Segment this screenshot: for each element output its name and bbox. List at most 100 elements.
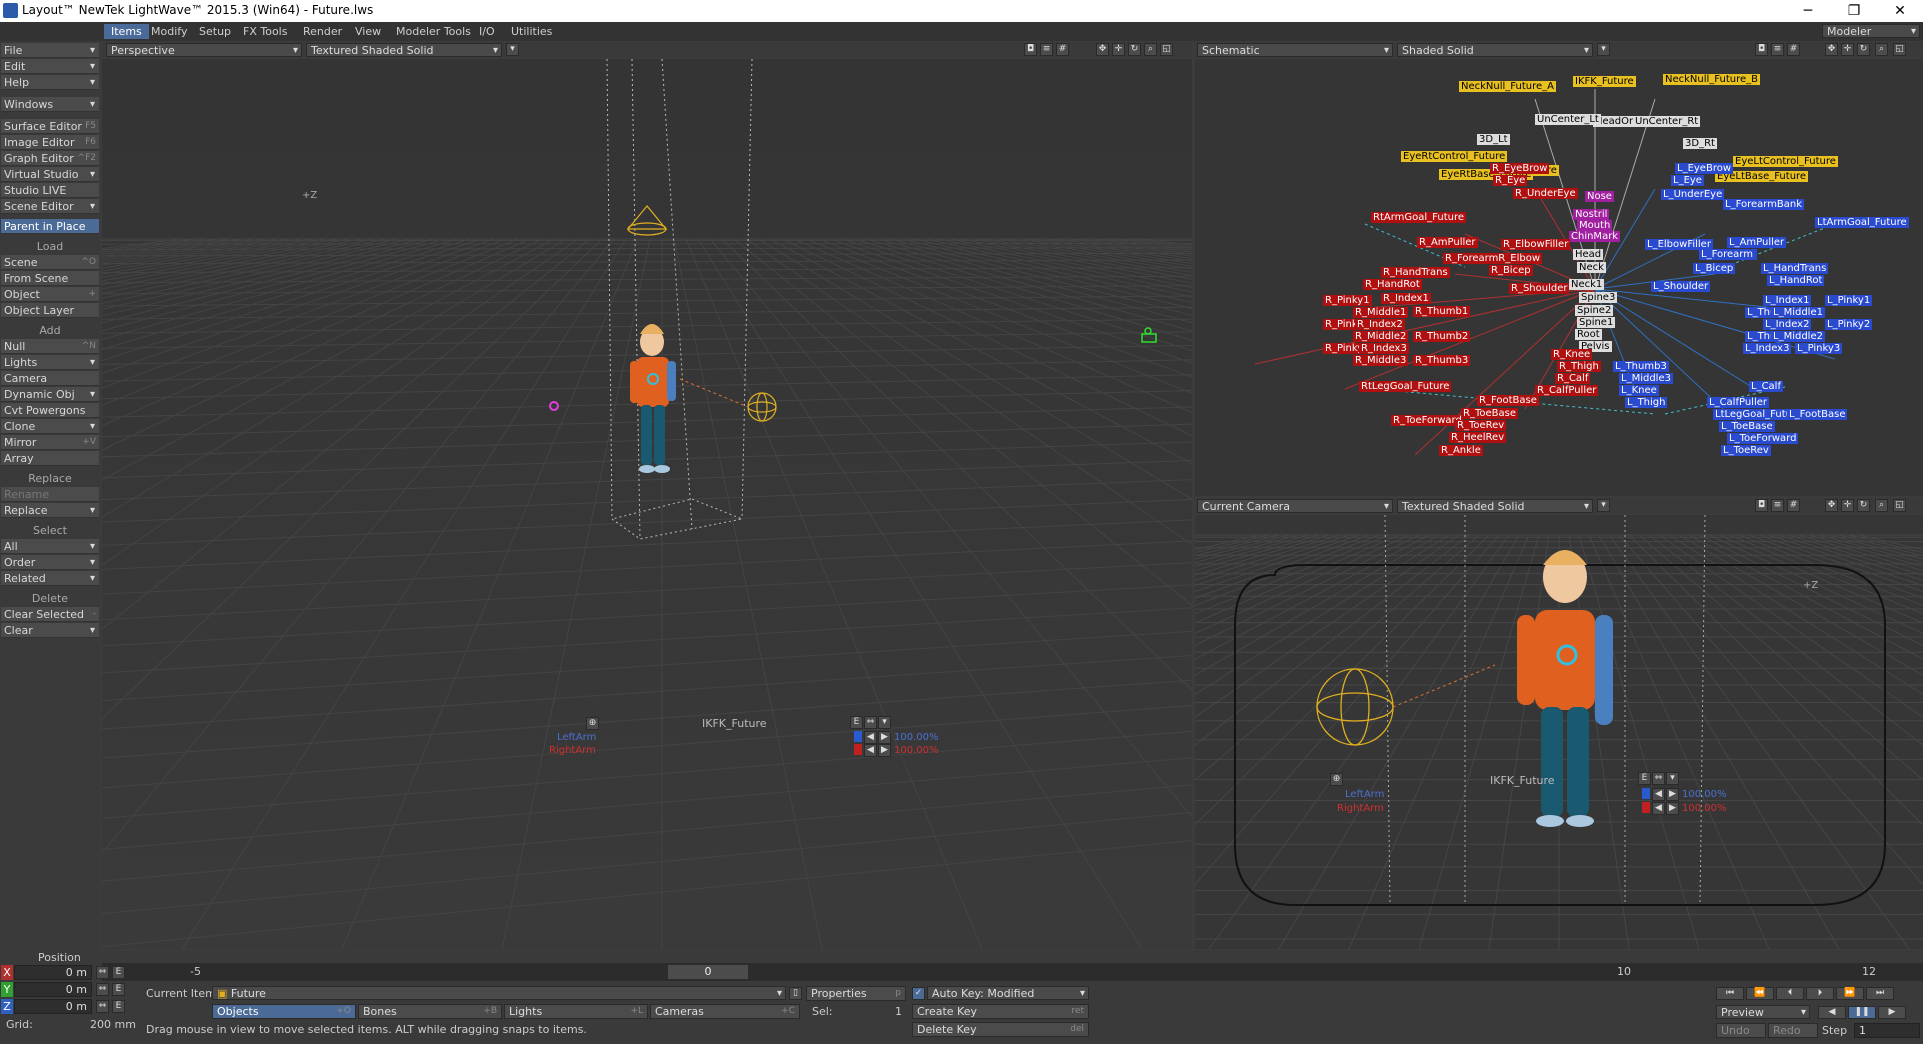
sidebar-clear-selected[interactable]: Clear Selected - bbox=[1, 607, 99, 622]
schematic-viewport[interactable]: FutureHeadOnNoseNostrilMouthChinMarkHead… bbox=[1195, 59, 1923, 496]
schematic-node[interactable]: R_ToeBase bbox=[1461, 408, 1518, 419]
viewport-options-icon[interactable]: ▾ bbox=[506, 43, 519, 56]
schematic-node[interactable]: L_Middle2 bbox=[1771, 331, 1825, 342]
pan-icon[interactable]: ✛ bbox=[1112, 43, 1125, 56]
camera-vp-grid-icon[interactable]: # bbox=[1787, 499, 1800, 512]
sidebar-clear[interactable]: Clear bbox=[1, 623, 99, 638]
objects-button[interactable]: Objects +O bbox=[212, 1004, 356, 1019]
schematic-node[interactable]: R_AmPuller bbox=[1417, 237, 1478, 248]
schematic-node[interactable]: L_Pinky2 bbox=[1825, 319, 1873, 330]
tab-view[interactable]: View bbox=[348, 24, 388, 39]
schematic-node[interactable]: 3D_Rt bbox=[1683, 138, 1717, 149]
schematic-node[interactable]: R_Index1 bbox=[1381, 293, 1431, 304]
item-lock-icon[interactable]: ▯ bbox=[789, 987, 802, 1000]
zoom-icon[interactable]: ⌕ bbox=[1144, 43, 1157, 56]
play-icon[interactable]: ▶ bbox=[1878, 1006, 1906, 1019]
schematic-node[interactable]: Mouth bbox=[1577, 220, 1613, 231]
camera-vp-pan-icon[interactable]: ✛ bbox=[1841, 499, 1854, 512]
timeline[interactable]: -5 0 10 12 bbox=[102, 963, 1923, 981]
schematic-node[interactable]: ChinMark bbox=[1569, 231, 1621, 242]
current-item-select[interactable]: ▣ Future bbox=[212, 986, 786, 1001]
schematic-node[interactable]: RtArmGoal_Future bbox=[1371, 212, 1467, 223]
schematic-node[interactable]: R_Pinky1 bbox=[1323, 295, 1372, 306]
sidebar-parent-in-place[interactable]: Parent in Place bbox=[1, 219, 99, 234]
schematic-node[interactable]: R_ElbowFiller bbox=[1501, 239, 1571, 250]
cam-hud-target-icon[interactable]: ⊕ bbox=[1330, 773, 1343, 786]
schematic-node[interactable]: L_Pinky3 bbox=[1795, 343, 1843, 354]
schematic-node[interactable]: UnCenter_Lt bbox=[1535, 114, 1601, 125]
schematic-node[interactable]: Spine2 bbox=[1575, 305, 1614, 316]
schematic-node[interactable]: L_ToeForward bbox=[1727, 433, 1799, 444]
redo-button[interactable]: Redo bbox=[1768, 1023, 1818, 1038]
schematic-node[interactable]: R_Bicep bbox=[1489, 265, 1533, 276]
sidebar-array[interactable]: Array bbox=[1, 451, 99, 466]
preview-select[interactable]: Preview bbox=[1716, 1005, 1810, 1020]
sidebar-select-all[interactable]: All bbox=[1, 539, 99, 554]
schematic-node[interactable]: L_Thumb3 bbox=[1613, 361, 1669, 372]
x-drag-icon[interactable]: ⇔ bbox=[96, 966, 109, 979]
schematic-node[interactable]: R_Middle3 bbox=[1353, 355, 1409, 366]
schematic-node[interactable]: R_Knee bbox=[1551, 349, 1593, 360]
hud-left-next[interactable]: ▶ bbox=[878, 731, 891, 744]
schematic-node[interactable]: R_ForearmR_Elbow bbox=[1443, 253, 1542, 264]
schematic-node[interactable]: Neck bbox=[1577, 262, 1606, 273]
pause-icon[interactable]: ❚❚ bbox=[1848, 1006, 1876, 1019]
close-button[interactable]: ✕ bbox=[1877, 0, 1923, 22]
schematic-node[interactable]: R_Thumb3 bbox=[1413, 355, 1471, 366]
schematic-node[interactable]: L_ToeBase bbox=[1719, 421, 1775, 432]
x-position-field[interactable]: 0 m bbox=[14, 965, 92, 980]
lights-button[interactable]: Lights +L bbox=[504, 1004, 648, 1019]
y-drag-icon[interactable]: ⇔ bbox=[96, 983, 109, 996]
schematic-node[interactable]: UnCenter_Rt bbox=[1633, 116, 1701, 127]
maximize-button[interactable]: ❐ bbox=[1831, 0, 1877, 22]
sidebar-dynamic-obj[interactable]: Dynamic Obj bbox=[1, 387, 99, 402]
delete-key-button[interactable]: Delete Key del bbox=[912, 1022, 1089, 1037]
schematic-node[interactable]: R_Eye bbox=[1493, 175, 1528, 186]
sidebar-add-null[interactable]: Null ^N bbox=[1, 339, 99, 354]
go-end-icon[interactable]: ⏭ bbox=[1866, 987, 1894, 1000]
tab-items[interactable]: Items bbox=[104, 24, 149, 39]
schematic-camera-icon[interactable]: ◘ bbox=[1755, 43, 1768, 56]
camera-shading-select[interactable]: Textured Shaded Solid bbox=[1397, 499, 1593, 514]
schematic-node[interactable]: R_FootBase bbox=[1477, 395, 1539, 406]
schematic-node[interactable]: L_Middle1 bbox=[1771, 307, 1825, 318]
tab-fx-tools[interactable]: FX Tools bbox=[236, 24, 294, 39]
sidebar-virtual-studio[interactable]: Virtual Studio bbox=[1, 167, 99, 182]
schematic-pan-icon[interactable]: ✛ bbox=[1841, 43, 1854, 56]
schematic-node[interactable]: L_Bicep bbox=[1693, 263, 1736, 274]
cam-hud-arrows-button[interactable]: ⇔ bbox=[1652, 772, 1665, 785]
sidebar-load-object[interactable]: Object + bbox=[1, 287, 99, 302]
sidebar-mirror[interactable]: Mirror +V bbox=[1, 435, 99, 450]
properties-button[interactable]: Properties p bbox=[806, 986, 906, 1001]
schematic-node[interactable]: L_AmPuller bbox=[1727, 237, 1787, 248]
camera-view-select[interactable]: Current Camera bbox=[1197, 499, 1393, 514]
schematic-node[interactable]: 3D_Lt bbox=[1477, 134, 1510, 145]
schematic-node[interactable]: NeckNull_Future_B bbox=[1663, 74, 1761, 85]
maximize-view-icon[interactable]: ◱ bbox=[1160, 43, 1173, 56]
schematic-node[interactable]: Neck1 bbox=[1569, 279, 1605, 290]
sidebar-related[interactable]: Related bbox=[1, 571, 99, 586]
schematic-node[interactable]: Head bbox=[1573, 249, 1604, 260]
cam-hud-left-next[interactable]: ▶ bbox=[1666, 788, 1679, 801]
schematic-node[interactable]: R_ToeRev bbox=[1455, 420, 1507, 431]
cam-hud-right-next[interactable]: ▶ bbox=[1666, 802, 1679, 815]
go-start-icon[interactable]: ⏮ bbox=[1716, 987, 1744, 1000]
tab-utilities[interactable]: Utilities bbox=[504, 24, 559, 39]
schematic-node[interactable]: R_HandTrans bbox=[1381, 267, 1450, 278]
sidebar-add-lights[interactable]: Lights bbox=[1, 355, 99, 370]
schematic-node[interactable]: R_Ankle bbox=[1439, 445, 1483, 456]
hud-right-prev[interactable]: ◀ bbox=[864, 744, 877, 757]
camera-vp-zoom-icon[interactable]: ⌕ bbox=[1875, 499, 1888, 512]
camera-vp-maximize-icon[interactable]: ◱ bbox=[1893, 499, 1906, 512]
schematic-node[interactable]: L_HandTrans bbox=[1761, 263, 1829, 274]
sidebar-edit[interactable]: Edit bbox=[1, 59, 99, 74]
schematic-node[interactable]: IKFK_Future bbox=[1573, 76, 1636, 87]
schematic-node[interactable]: R_Calf bbox=[1555, 373, 1591, 384]
sidebar-from-scene[interactable]: From Scene bbox=[1, 271, 99, 286]
minimize-button[interactable]: ─ bbox=[1785, 0, 1831, 22]
undo-button[interactable]: Undo bbox=[1716, 1023, 1766, 1038]
schematic-node[interactable]: EyeLtControl_Future bbox=[1733, 156, 1838, 167]
schematic-node[interactable]: L_Pinky1 bbox=[1825, 295, 1873, 306]
tab-modeler-tools[interactable]: Modeler Tools bbox=[389, 24, 478, 39]
schematic-node[interactable]: R_ToeForward bbox=[1391, 415, 1464, 426]
